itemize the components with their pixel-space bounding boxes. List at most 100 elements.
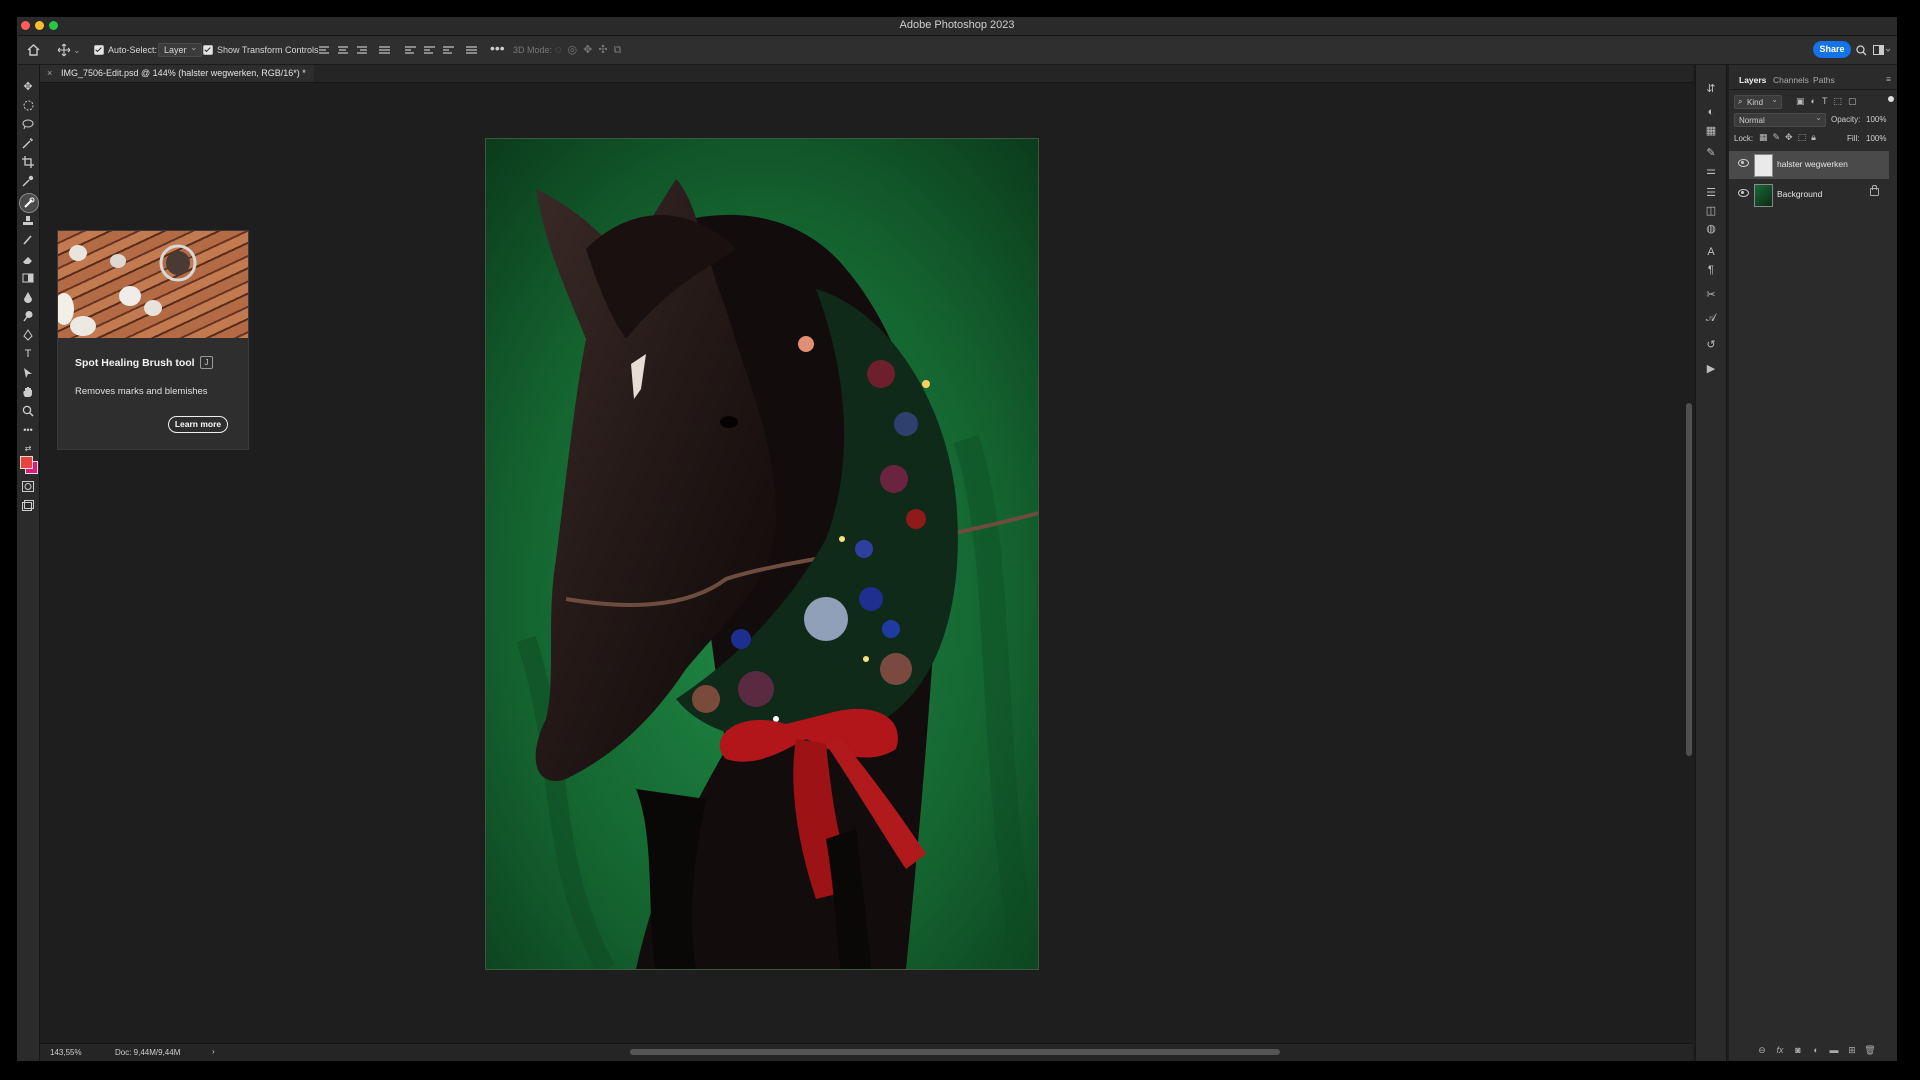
status-menu-arrow[interactable]: ›: [212, 1047, 215, 1056]
dodge-tool-icon[interactable]: [20, 309, 36, 323]
add-mask-icon[interactable]: ◙: [1793, 1045, 1803, 1055]
layer-thumbnail: [1754, 154, 1773, 177]
show-transform-checkbox[interactable]: Show Transform Controls: [203, 43, 319, 57]
clone-stamp-tool-icon[interactable]: [20, 214, 36, 228]
move-tool-icon[interactable]: ✥: [20, 79, 36, 93]
workspace-icon[interactable]: [1873, 43, 1891, 57]
distribute-vertical-icon[interactable]: [466, 46, 478, 55]
vertical-scroll-thumb[interactable]: [1686, 403, 1692, 756]
vertical-scrollbar[interactable]: [1685, 87, 1693, 1027]
pen-tool-icon[interactable]: [20, 328, 36, 342]
move-tool-preset-icon[interactable]: ⌄: [57, 43, 81, 57]
visibility-eye-icon[interactable]: [1738, 189, 1749, 197]
search-icon[interactable]: [1856, 43, 1867, 57]
eyedropper-tool-icon[interactable]: [20, 174, 36, 188]
magic-wand-tool-icon[interactable]: [20, 136, 36, 150]
color-icon[interactable]: ◐: [1704, 105, 1718, 119]
quick-mask-icon[interactable]: [20, 479, 36, 493]
distribute-icon[interactable]: [379, 46, 391, 55]
layer-row-halster-wegwerken[interactable]: halster wegwerken: [1729, 151, 1889, 179]
fill-label: Fill:: [1847, 134, 1860, 143]
styles-icon[interactable]: ◍: [1704, 221, 1718, 235]
character-icon[interactable]: A: [1704, 245, 1718, 259]
close-tab-icon[interactable]: ×: [47, 65, 52, 82]
eraser-tool-icon[interactable]: [20, 252, 36, 266]
new-layer-icon[interactable]: ⊞: [1847, 1045, 1857, 1055]
blend-mode-value: Normal: [1739, 115, 1765, 125]
swap-colors-icon[interactable]: ⇄: [20, 441, 36, 455]
chevron-down-icon: ⌄: [1771, 95, 1778, 104]
show-transform-label: Show Transform Controls: [217, 45, 319, 55]
more-options-icon[interactable]: •••: [490, 40, 505, 56]
filter-toggle-icon[interactable]: [1888, 96, 1894, 102]
lock-options-icons[interactable]: ▦✎✥⬚🔒︎: [1759, 132, 1821, 143]
zoom-level[interactable]: 143,55%: [50, 1048, 82, 1057]
more-tools-icon[interactable]: •••: [20, 423, 36, 437]
align-center-icon[interactable]: [338, 46, 350, 55]
link-layers-icon[interactable]: ⊖: [1757, 1045, 1767, 1055]
brush-settings-icon[interactable]: ✎: [1704, 145, 1718, 159]
crop-tool-icon[interactable]: [20, 155, 36, 169]
align-top-icon[interactable]: [405, 46, 417, 55]
layer-name: halster wegwerken: [1777, 159, 1848, 169]
learn-icon[interactable]: ◫: [1704, 203, 1718, 217]
home-icon[interactable]: [27, 43, 40, 57]
zoom-tool-icon[interactable]: [20, 404, 36, 418]
type-tool-icon[interactable]: T: [20, 347, 36, 361]
tab-paths[interactable]: Paths: [1813, 75, 1835, 85]
tool-presets-icon[interactable]: ✂: [1704, 287, 1718, 301]
history-icon[interactable]: ↺: [1704, 337, 1718, 351]
spot-healing-brush-tool-icon[interactable]: [19, 193, 39, 213]
filter-type-icons[interactable]: ▣◐T⬚▢: [1796, 96, 1862, 107]
auto-select-value: Layer: [158, 41, 202, 57]
adjustment-layer-icon[interactable]: ◐: [1811, 1045, 1821, 1055]
fx-icon[interactable]: fx: [1775, 1045, 1785, 1055]
paragraph-icon[interactable]: ¶: [1704, 263, 1718, 277]
blur-tool-icon[interactable]: [20, 290, 36, 304]
align-right-icon[interactable]: [357, 46, 369, 55]
app-title: Adobe Photoshop 2023: [899, 19, 1015, 31]
actions-play-icon[interactable]: ▶: [1704, 361, 1718, 375]
3d-tools-icons[interactable]: ◌◎✥✣⧉: [555, 43, 627, 57]
swatches-icon[interactable]: ▦: [1704, 123, 1718, 137]
trash-icon[interactable]: 🗑︎: [1864, 1045, 1875, 1055]
align-middle-icon[interactable]: [424, 46, 436, 55]
canvas-area[interactable]: [40, 83, 1693, 1043]
visibility-eye-icon[interactable]: [1738, 159, 1749, 167]
gradient-tool-icon[interactable]: [20, 271, 36, 285]
path-selection-tool-icon[interactable]: [20, 366, 36, 380]
auto-select-dropdown[interactable]: Layer: [158, 41, 202, 57]
filter-search-icon: ⌕: [1738, 97, 1743, 106]
tab-channels[interactable]: Channels: [1773, 75, 1809, 85]
tooltip-title: Spot Healing Brush tool: [75, 357, 195, 369]
opacity-label: Opacity:: [1831, 115, 1861, 124]
align-bottom-icon[interactable]: [443, 46, 455, 55]
new-group-icon[interactable]: ▬: [1829, 1045, 1839, 1055]
learn-more-button[interactable]: Learn more: [168, 416, 228, 433]
kind-filter-dropdown[interactable]: ⌕ Kind ⌄: [1734, 95, 1782, 109]
align-left-icon[interactable]: [319, 46, 331, 55]
adjustments-icon[interactable]: ⚌: [1704, 163, 1718, 177]
brush-tool-icon[interactable]: [20, 233, 36, 247]
marquee-tool-icon[interactable]: [20, 98, 36, 112]
document-image[interactable]: [485, 138, 1039, 970]
properties-icon[interactable]: ⇵: [1704, 81, 1718, 95]
blend-mode-dropdown[interactable]: Normal ⌄: [1734, 113, 1826, 127]
horizontal-scrollbar[interactable]: [630, 1049, 1280, 1055]
auto-select-checkbox[interactable]: Auto-Select:: [94, 43, 157, 57]
layer-row-background[interactable]: Background: [1729, 181, 1889, 209]
hand-tool-icon[interactable]: [20, 385, 36, 399]
foreground-color-swatch[interactable]: [20, 456, 33, 469]
document-tab[interactable]: × IMG_7506-Edit.psd @ 144% (halster wegw…: [39, 65, 314, 82]
tooltip-shortcut-key: J: [200, 356, 213, 369]
fill-value[interactable]: 100%: [1866, 134, 1886, 143]
lasso-tool-icon[interactable]: [20, 117, 36, 131]
auto-select-label: Auto-Select:: [108, 45, 158, 55]
tab-layers[interactable]: Layers: [1739, 75, 1766, 85]
libraries-icon[interactable]: ☰: [1704, 185, 1718, 199]
panel-menu-icon[interactable]: ≡: [1886, 74, 1891, 84]
share-button[interactable]: Share: [1813, 41, 1851, 58]
screen-mode-icon[interactable]: [20, 498, 36, 512]
opacity-value[interactable]: 100%: [1866, 115, 1886, 124]
glyphs-icon[interactable]: 𝒜: [1704, 311, 1718, 325]
